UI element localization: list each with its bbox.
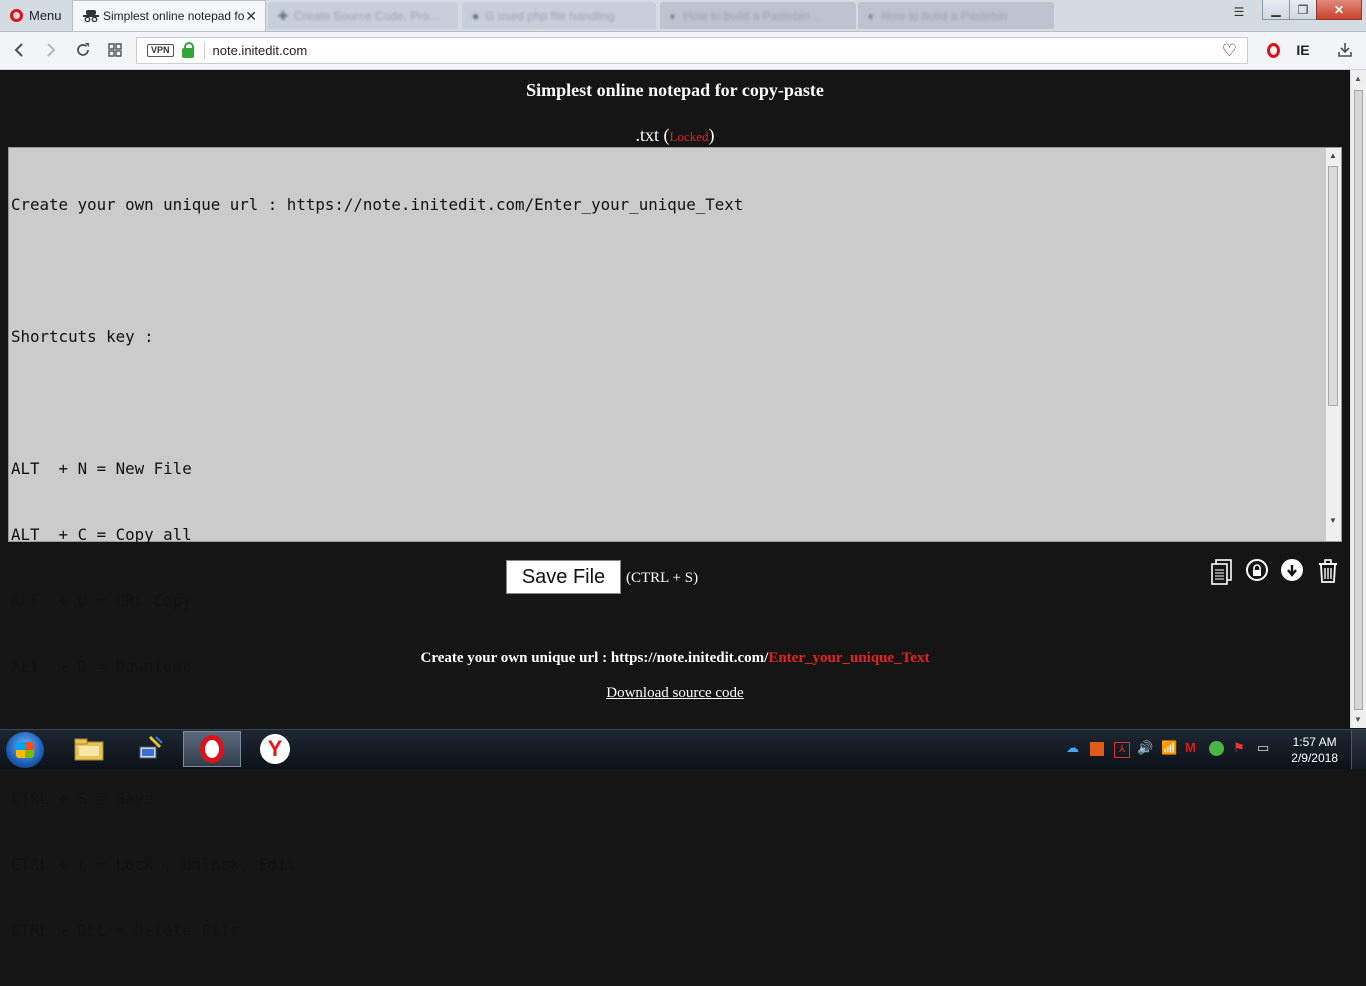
download-manager-icon[interactable] — [1334, 39, 1356, 61]
save-file-button[interactable]: Save File — [506, 560, 621, 594]
download-source-link[interactable]: Download source code — [0, 685, 1350, 702]
file-name-line: .txt (Locked) — [635, 125, 715, 145]
url-separator — [203, 42, 205, 59]
unique-url-prefix: Create your own unique url : https://not… — [420, 650, 769, 666]
text-line: CTRL + L = Lock , Unlock, Edit — [11, 855, 297, 874]
address-bar[interactable]: VPN note.initedit.com ♡ — [136, 37, 1248, 64]
close-window-button[interactable]: ✕ — [1316, 0, 1362, 20]
tab-pastebin-1[interactable]: ◐ How to build a Pastebin… — [664, 0, 854, 31]
show-desktop-button[interactable] — [1351, 730, 1366, 769]
text-line: ALT + C = Copy all — [11, 525, 192, 544]
start-button[interactable] — [6, 732, 44, 768]
lock-status[interactable]: Locked — [670, 129, 709, 144]
cloud-upload-tray-icon[interactable]: ☁ — [1066, 740, 1079, 756]
yandex-taskbar-icon[interactable]: Y — [246, 731, 304, 767]
clock-time: 1:57 AM — [1292, 735, 1337, 749]
action-center-tray-icon[interactable]: ▭ — [1257, 740, 1269, 756]
speed-dial-icon[interactable] — [104, 39, 126, 61]
pdf-tray-icon[interactable]: ⅄ — [1114, 742, 1130, 758]
tab-create-source-code[interactable]: ✚ Create Source Code, Pro… — [272, 0, 457, 31]
browser-tab-strip: Menu Simplest online notepad fo ✕ ✚ Crea… — [0, 0, 1366, 32]
page-content: Simplest online notepad for copy-paste .… — [0, 70, 1350, 940]
incognito-icon — [83, 10, 99, 23]
tab-title: Create Source Code, Pro… — [294, 8, 441, 23]
unique-url-hint: Create your own unique url : https://not… — [0, 650, 1350, 667]
bookmark-heart-icon[interactable]: ♡ — [1222, 41, 1237, 61]
volume-tray-icon[interactable]: 🔊 — [1137, 740, 1153, 756]
system-clock[interactable]: 1:57 AM 2/9/2018 — [1291, 734, 1338, 766]
save-shortcut-hint: (CTRL + S) — [626, 570, 699, 586]
tab-close-icon[interactable]: ✕ — [245, 8, 257, 25]
lock-toggle-icon[interactable] — [1246, 559, 1272, 585]
text-line: ALT + U = URL Copy — [11, 591, 192, 610]
opera-logo-icon — [10, 9, 23, 22]
reload-icon[interactable] — [72, 39, 94, 61]
copy-document-icon[interactable] — [1210, 559, 1236, 585]
back-icon[interactable] — [8, 39, 30, 61]
page-scrollbar-thumb[interactable] — [1354, 90, 1363, 710]
windows-taskbar: Y ☁ ⅄ 🔊 📶 M ⚑ ▭ 1:57 AM 2/9/2018 — [0, 729, 1366, 769]
file-extension: .txt — [635, 125, 660, 145]
notepad-textarea[interactable]: Create your own unique url : https://not… — [8, 147, 1342, 940]
vpn-badge[interactable]: VPN — [147, 44, 174, 57]
page-scroll-down-icon[interactable]: ▼ — [1354, 715, 1362, 724]
text-line: ALT + N = New File — [11, 459, 192, 478]
notepad-text[interactable]: Create your own unique url : https://not… — [11, 150, 743, 986]
maximize-button[interactable]: ❐ — [1289, 0, 1317, 20]
page-title: Simplest online notepad for copy-paste — [526, 80, 824, 100]
text-line: CTRL + DEL = Delete File — [11, 921, 240, 940]
secure-lock-icon[interactable] — [181, 41, 194, 58]
tab-title: G used php file handling — [485, 8, 615, 23]
text-line — [11, 260, 743, 282]
opera-menu-button[interactable]: Menu — [0, 0, 70, 31]
page-scroll-up-icon[interactable]: ▲ — [1354, 74, 1362, 83]
app-tray-icon[interactable] — [1090, 742, 1104, 756]
text-line: Shortcuts key : — [11, 327, 154, 346]
network-taskbar-icon[interactable] — [122, 731, 180, 767]
opera-extension-icon[interactable] — [1262, 39, 1284, 61]
url-text[interactable]: note.initedit.com — [213, 43, 308, 58]
scrollbar-thumb[interactable] — [1328, 166, 1338, 406]
minimize-button[interactable]: ▁ — [1262, 0, 1290, 20]
scroll-down-arrow-icon[interactable]: ▼ — [1329, 516, 1337, 525]
browser-toolbar: VPN note.initedit.com ♡ IE — [0, 32, 1366, 70]
tab-php-file-handling[interactable]: ● G used php file handling — [466, 0, 654, 31]
network-tray-icon[interactable]: 📶 — [1161, 740, 1177, 756]
ie-tab-extension[interactable]: IE — [1292, 39, 1314, 61]
flag-tray-icon[interactable]: ⚑ — [1233, 740, 1245, 756]
delete-trash-icon[interactable] — [1317, 559, 1343, 585]
menu-label: Menu — [29, 8, 62, 23]
tab-title: How to build a Pastebin — [881, 8, 1008, 23]
text-line: CTRL + S = Save — [11, 789, 154, 808]
tab-simplest-notepad[interactable]: Simplest online notepad fo ✕ — [72, 0, 266, 31]
clock-date: 2/9/2018 — [1291, 751, 1338, 765]
tab-menu-icon[interactable]: ☰ — [1228, 2, 1250, 21]
mcafee-tray-icon[interactable]: M — [1185, 740, 1196, 755]
tab-title: Simplest online notepad fo — [103, 9, 245, 23]
text-line — [11, 392, 743, 414]
page-scrollbar[interactable]: ▲ ▼ — [1350, 70, 1366, 728]
textarea-scrollbar[interactable]: ▲ ▼ — [1325, 148, 1341, 541]
unique-url-placeholder: Enter_your_unique_Text — [768, 650, 930, 666]
scroll-up-arrow-icon[interactable]: ▲ — [1329, 151, 1337, 160]
text-line: Create your own unique url : https://not… — [11, 195, 744, 214]
tab-pastebin-2[interactable]: ◐ How to build a Pastebin — [862, 0, 1052, 31]
file-explorer-taskbar-icon[interactable] — [60, 731, 118, 767]
utorrent-tray-icon[interactable] — [1209, 741, 1224, 756]
forward-icon[interactable] — [40, 39, 62, 61]
download-circle-icon[interactable] — [1281, 559, 1307, 585]
tab-title: How to build a Pastebin… — [683, 8, 822, 23]
opera-taskbar-icon[interactable] — [183, 731, 241, 767]
